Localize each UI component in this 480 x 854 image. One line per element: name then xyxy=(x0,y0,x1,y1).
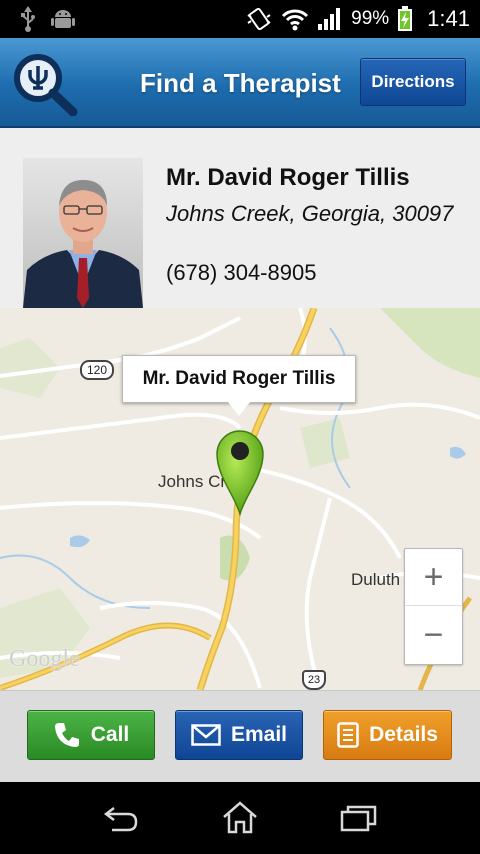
envelope-icon xyxy=(191,724,221,746)
battery-percent: 99% xyxy=(351,8,390,29)
status-bar: 99% 1:41 xyxy=(0,0,480,38)
therapist-location: Johns Creek, Georgia, 30097 xyxy=(166,201,454,226)
route-120-shield: 120 xyxy=(80,360,114,380)
zoom-controls: + − xyxy=(404,548,463,665)
details-label: Details xyxy=(369,723,438,746)
action-bar: Call Email Details xyxy=(0,690,480,782)
psi-magnifier-icon[interactable] xyxy=(12,52,78,116)
zoom-out-button[interactable]: − xyxy=(405,607,462,664)
call-label: Call xyxy=(90,723,130,746)
details-button[interactable]: Details xyxy=(323,710,452,760)
wifi-icon xyxy=(282,9,309,31)
zoom-in-button[interactable]: + xyxy=(405,549,462,606)
recent-apps-icon[interactable] xyxy=(340,804,378,832)
map-marker-callout[interactable]: Mr. David Roger Tillis xyxy=(122,355,356,403)
clock: 1:41 xyxy=(427,6,470,31)
home-icon[interactable] xyxy=(221,800,259,834)
therapist-profile: Mr. David Roger Tillis Johns Creek, Geor… xyxy=(0,128,480,308)
callout-pointer xyxy=(228,402,250,416)
email-label: Email xyxy=(230,723,288,746)
town-label-duluth: Duluth xyxy=(351,570,401,589)
phone-icon xyxy=(54,723,79,747)
therapist-name: Mr. David Roger Tillis xyxy=(166,164,410,191)
document-icon xyxy=(337,722,359,748)
directions-button[interactable]: Directions xyxy=(360,58,466,106)
map-pin-icon[interactable] xyxy=(215,426,265,516)
vibrate-icon xyxy=(247,7,271,31)
system-nav-bar xyxy=(0,782,480,854)
page-title: Find a Therapist xyxy=(140,68,341,98)
battery-charging-icon xyxy=(398,6,413,31)
route-23-shield: 23 xyxy=(302,670,326,690)
google-attribution: Google xyxy=(9,646,80,672)
usb-icon xyxy=(21,6,35,32)
app-header: Find a Therapist Directions xyxy=(0,38,480,128)
signal-icon xyxy=(318,8,341,30)
therapist-photo xyxy=(23,158,143,308)
email-button[interactable]: Email xyxy=(175,710,303,760)
map-view[interactable]: 120 23 Johns Creek Duluth Google Mr. Dav… xyxy=(0,308,480,690)
back-icon[interactable] xyxy=(102,804,140,832)
call-button[interactable]: Call xyxy=(27,710,155,760)
android-icon xyxy=(51,10,75,28)
therapist-phone[interactable]: (678) 304-8905 xyxy=(166,260,316,286)
